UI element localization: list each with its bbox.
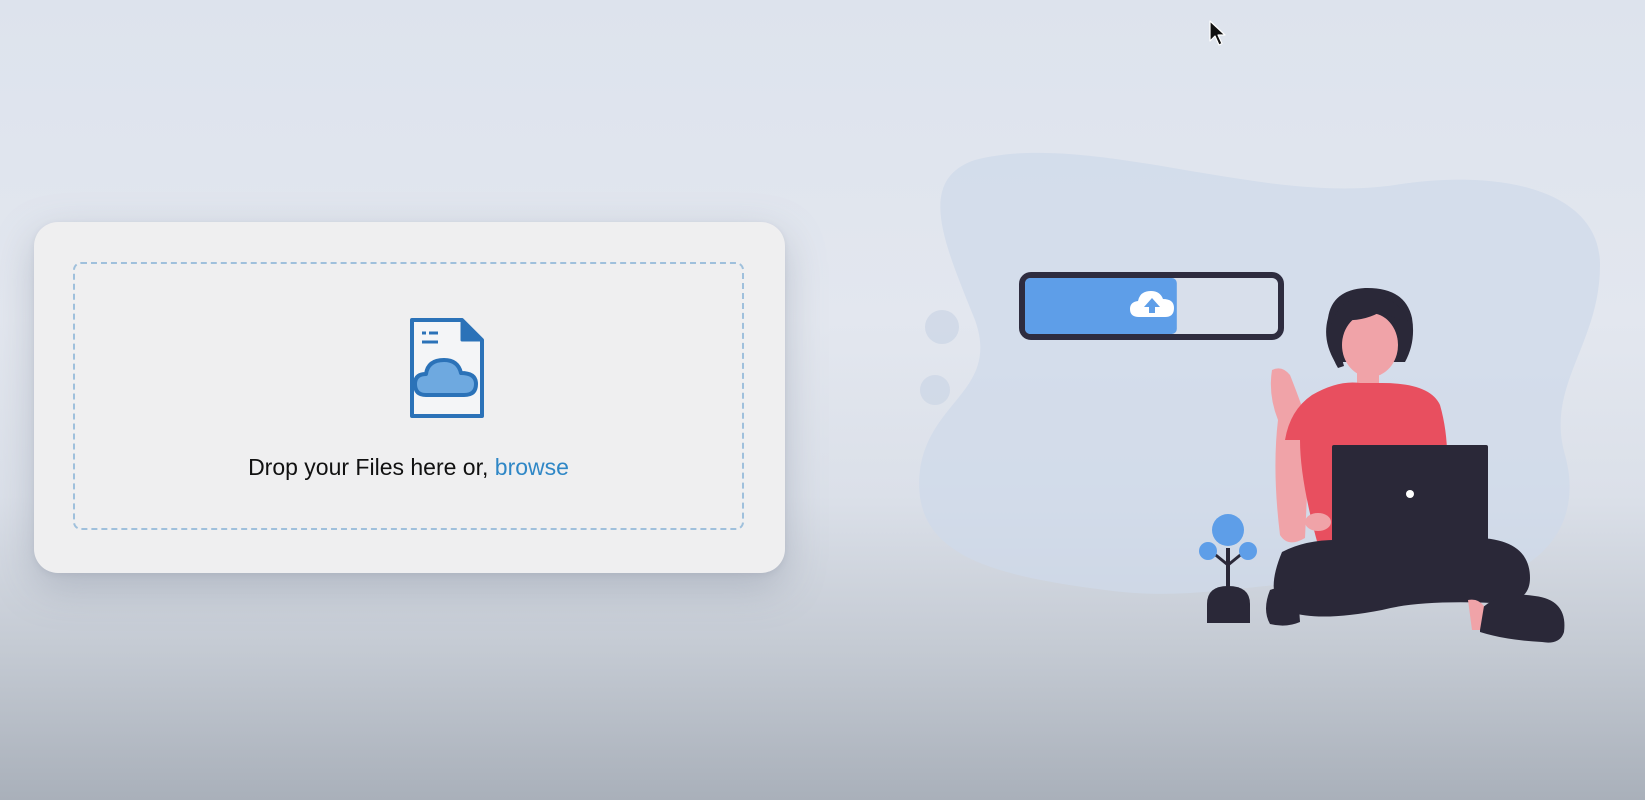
blob-dot — [925, 310, 959, 344]
upload-illustration — [919, 152, 1600, 643]
cloud-file-icon — [410, 318, 484, 418]
upload-card: Drop your Files here or, browse — [34, 222, 785, 573]
drop-prompt: Drop your Files here or, — [248, 454, 489, 480]
mouse-pointer-icon — [1209, 20, 1226, 46]
drop-instructions: Drop your Files here or, browse — [75, 454, 742, 481]
background-blob — [919, 152, 1600, 594]
browse-link[interactable]: browse — [495, 454, 569, 480]
blob-dot — [920, 375, 950, 405]
file-drop-zone[interactable]: Drop your Files here or, browse — [73, 262, 744, 530]
